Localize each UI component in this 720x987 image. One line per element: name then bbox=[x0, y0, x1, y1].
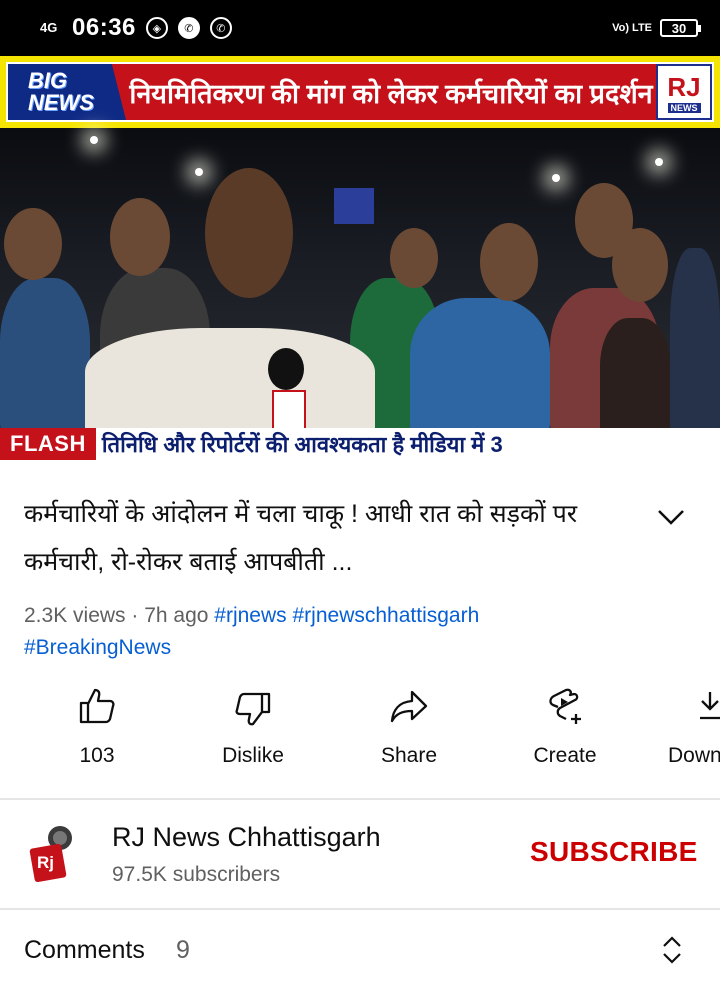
dislike-label: Dislike bbox=[222, 744, 284, 767]
subscribe-button[interactable]: SUBSCRIBE bbox=[530, 836, 698, 868]
banner-headline: नियमितिकरण की मांग को लेकर कर्मचारियों क… bbox=[129, 78, 653, 109]
chevron-down-icon[interactable] bbox=[656, 505, 686, 529]
create-label: Create bbox=[533, 744, 597, 767]
like-count: 103 bbox=[79, 744, 115, 767]
call-icon: ✆ bbox=[177, 17, 200, 39]
flash-ticker-text: तिनिधि और रिपोर्टरों की आवश्यकता है मीडि… bbox=[101, 432, 503, 457]
video-frame bbox=[0, 128, 720, 438]
create-button[interactable]: Create bbox=[500, 680, 630, 768]
news-banner: BIG NEWS नियमितिकरण की मांग को लेकर कर्म… bbox=[0, 56, 720, 128]
status-time: 06:36 bbox=[72, 14, 136, 41]
channel-avatar[interactable]: Rj bbox=[22, 824, 82, 884]
share-button[interactable]: Share bbox=[344, 680, 474, 768]
channel-name[interactable]: RJ News Chhattisgarh bbox=[112, 822, 381, 853]
thumbs-up-icon bbox=[79, 688, 115, 724]
download-button[interactable]: Down bbox=[660, 680, 720, 768]
hashtag-link[interactable]: #BreakingNews bbox=[24, 636, 171, 659]
video-meta: 2.3K views · 7h ago #rjnews #rjnewschhat… bbox=[24, 600, 704, 664]
subscriber-count: 97.5K subscribers bbox=[112, 863, 281, 886]
flash-ticker: FLASH तिनिधि और रिपोर्टरों की आवश्यकता ह… bbox=[0, 428, 720, 460]
share-label: Share bbox=[380, 744, 438, 767]
vpn-icon: ◈ bbox=[145, 17, 168, 39]
big-news-badge: BIG NEWS bbox=[8, 64, 126, 120]
comments-label: Comments bbox=[24, 936, 145, 964]
dislike-button[interactable]: Dislike bbox=[188, 680, 318, 768]
volte-indicator: Vo) LTE bbox=[612, 21, 652, 34]
svg-text:Rj: Rj bbox=[37, 853, 54, 872]
download-label: Down bbox=[668, 744, 720, 767]
hashtag-link[interactable]: #rjnewschhattisgarh bbox=[293, 604, 480, 627]
like-button[interactable]: 103 bbox=[32, 680, 162, 768]
comments-section[interactable]: Comments 9 bbox=[0, 910, 720, 987]
battery-icon: 30 bbox=[660, 19, 701, 37]
video-title[interactable]: कर्मचारियों के आंदोलन में चला चाकू ! आधी… bbox=[24, 490, 624, 586]
whatsapp-icon: ✆ bbox=[209, 17, 232, 39]
video-title-area[interactable]: कर्मचारियों के आंदोलन में चला चाकू ! आधी… bbox=[24, 490, 624, 586]
hashtag-link[interactable]: #rjnews bbox=[214, 604, 286, 627]
views-and-age: 2.3K views · 7h ago bbox=[24, 604, 209, 627]
share-icon bbox=[390, 690, 428, 723]
channel-row[interactable]: Rj RJ News Chhattisgarh 97.5K subscriber… bbox=[0, 800, 720, 908]
action-bar: 103 Dislike Share Create Down bbox=[0, 680, 720, 780]
thumbs-down-icon bbox=[235, 692, 271, 726]
network-indicator: 4G bbox=[40, 20, 58, 35]
expand-collapse-icon[interactable] bbox=[660, 934, 684, 966]
create-icon bbox=[549, 688, 581, 724]
flash-label: FLASH bbox=[0, 428, 96, 460]
status-bar: 4G 06:36 ◈ ✆ ✆ Vo) LTE 30 bbox=[0, 0, 720, 56]
download-icon bbox=[700, 692, 720, 720]
rj-news-logo: RJ NEWS bbox=[656, 64, 712, 120]
video-player[interactable]: BIG NEWS नियमितिकरण की मांग को लेकर कर्म… bbox=[0, 56, 720, 460]
comments-count: 9 bbox=[176, 936, 190, 964]
